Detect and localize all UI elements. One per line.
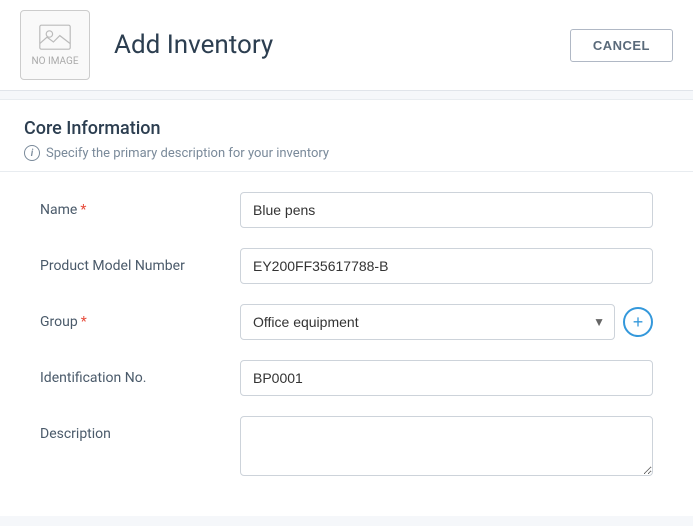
section-subtitle-text: Specify the primary description for your… <box>46 146 329 161</box>
id-input-area <box>240 360 653 396</box>
cancel-button[interactable]: CANCEL <box>570 29 673 62</box>
no-image-label: NO IMAGE <box>32 56 79 67</box>
header: NO IMAGE Add Inventory CANCEL <box>0 0 693 91</box>
core-information-section: Core Information i Specify the primary d… <box>0 99 693 172</box>
add-group-button[interactable]: + <box>623 307 653 337</box>
id-row: Identification No. <box>40 360 653 396</box>
group-label: Group* <box>40 304 240 330</box>
group-select-wrapper: Office equipment Electronics Furniture S… <box>240 304 615 340</box>
model-input[interactable] <box>240 248 653 284</box>
id-label: Identification No. <box>40 360 240 386</box>
product-image-placeholder: NO IMAGE <box>20 10 90 80</box>
page-wrapper: NO IMAGE Add Inventory CANCEL Core Infor… <box>0 0 693 526</box>
group-input-area: Office equipment Electronics Furniture S… <box>240 304 653 340</box>
name-input[interactable] <box>240 192 653 228</box>
description-row: Description <box>40 416 653 476</box>
group-required-star: * <box>81 314 87 330</box>
name-row: Name* <box>40 192 653 228</box>
id-input[interactable] <box>240 360 653 396</box>
model-label: Product Model Number <box>40 248 240 274</box>
form-area: Name* Product Model Number Group* Office… <box>0 172 693 516</box>
section-title: Core Information <box>24 118 669 139</box>
model-row: Product Model Number <box>40 248 653 284</box>
info-icon: i <box>24 145 40 161</box>
group-select[interactable]: Office equipment Electronics Furniture S… <box>240 304 615 340</box>
section-subtitle: i Specify the primary description for yo… <box>24 145 669 161</box>
page-title: Add Inventory <box>90 30 570 60</box>
description-input-area <box>240 416 653 476</box>
description-label: Description <box>40 416 240 442</box>
name-label: Name* <box>40 192 240 218</box>
name-required-star: * <box>80 202 86 218</box>
group-row: Group* Office equipment Electronics Furn… <box>40 304 653 340</box>
description-textarea[interactable] <box>240 416 653 476</box>
name-input-area <box>240 192 653 228</box>
model-input-area <box>240 248 653 284</box>
